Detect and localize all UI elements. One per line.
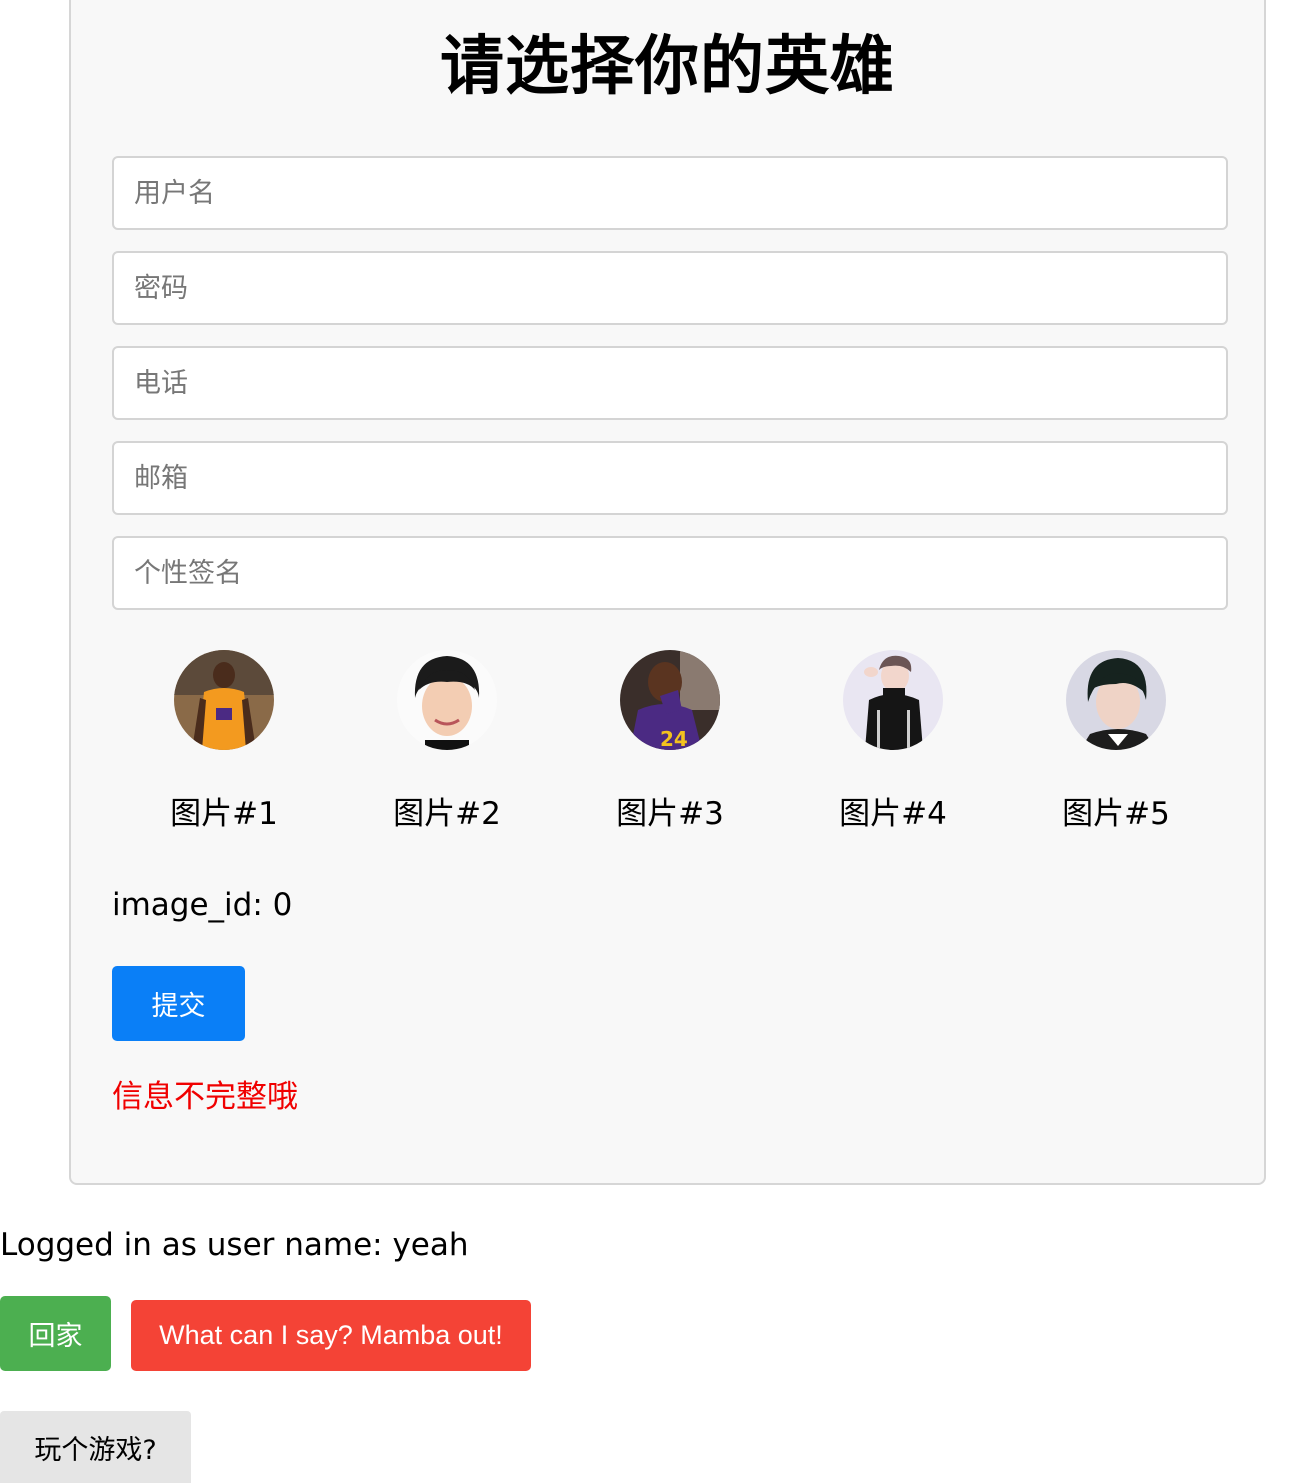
image-id-display: image_id: 0	[112, 887, 293, 923]
page-title: 请选择你的英雄	[440, 30, 895, 104]
phone-input[interactable]	[112, 346, 1228, 420]
avatar-label-2: 图片#2	[393, 796, 501, 832]
avatar-label-4: 图片#4	[839, 796, 947, 832]
avatar-label-3: 图片#3	[616, 796, 724, 832]
username-input[interactable]	[112, 156, 1228, 230]
avatar-option-2[interactable]: 图片#2	[377, 650, 517, 834]
avatar-option-1[interactable]: 图片#1	[154, 650, 294, 834]
avatar-option-5[interactable]: 图片#5	[1046, 650, 1186, 834]
avatar-image-4[interactable]	[843, 650, 943, 750]
mamba-out-button[interactable]: What can I say? Mamba out!	[131, 1300, 531, 1371]
avatar-label-5: 图片#5	[1062, 796, 1170, 832]
avatar-image-3[interactable]: 24	[620, 650, 720, 750]
svg-text:24: 24	[660, 727, 688, 750]
play-game-button[interactable]: 玩个游戏?	[0, 1411, 191, 1483]
avatar-option-4[interactable]: 图片#4	[823, 650, 963, 834]
avatar-label-1: 图片#1	[170, 796, 278, 832]
registration-card: 请选择你的英雄 图片#1	[69, 0, 1266, 1185]
avatar-image-2[interactable]	[397, 650, 497, 750]
avatar-option-3[interactable]: 24 图片#3	[600, 650, 740, 834]
error-message: 信息不完整哦	[112, 1079, 298, 1115]
email-input[interactable]	[112, 441, 1228, 515]
home-button[interactable]: 回家	[0, 1296, 111, 1371]
avatar-image-1[interactable]	[174, 650, 274, 750]
signature-input[interactable]	[112, 536, 1228, 610]
logged-in-status: Logged in as user name: yeah	[0, 1227, 469, 1263]
submit-button[interactable]: 提交	[112, 966, 245, 1041]
password-input[interactable]	[112, 251, 1228, 325]
avatar-image-5[interactable]	[1066, 650, 1166, 750]
